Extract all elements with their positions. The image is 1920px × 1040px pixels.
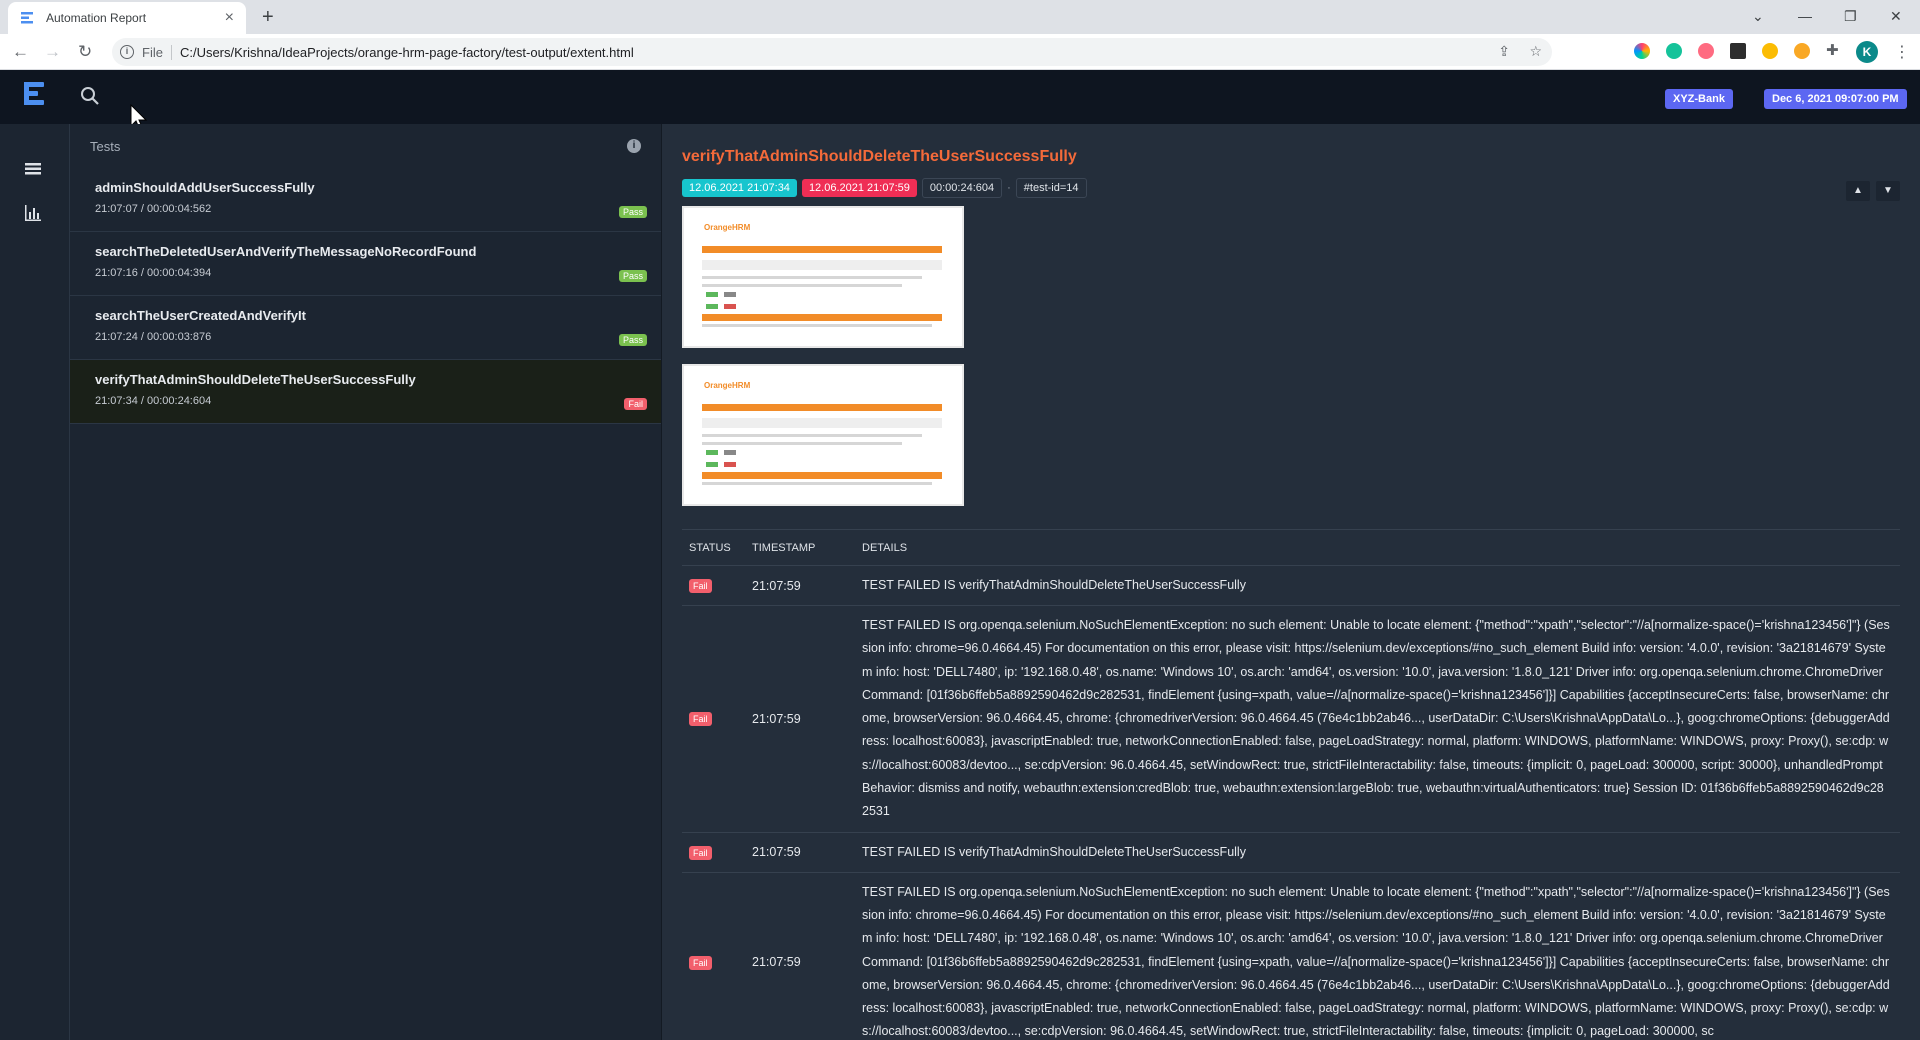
tab-search-icon[interactable]: ⌄ [1752,8,1764,25]
close-window-icon[interactable]: ✕ [1890,8,1902,25]
navigation-arrows: ▲ ▼ [1846,181,1900,201]
test-id-tag: #test-id=14 [1015,178,1087,198]
recorder-extension-icon[interactable] [1698,43,1714,59]
column-details: DETAILS [862,541,908,554]
column-status: STATUS [689,541,731,554]
log-row: Fail 21:07:59 TEST FAILED IS verifyThatA… [682,833,1900,873]
bookmark-star-icon[interactable]: ☆ [1529,43,1542,60]
test-list-header: Tests i [70,124,661,168]
restore-icon[interactable]: ❐ [1844,8,1857,25]
log-row: Fail 21:07:59 TEST FAILED IS org.openqa.… [682,873,1900,1040]
log-details: TEST FAILED IS org.openqa.selenium.NoSuc… [862,618,1890,819]
orangehrm-logo-image: OrangeHRM [704,223,751,232]
test-time-duration: 21:07:16 / 00:00:04:394 [95,267,212,279]
log-timestamp: 21:07:59 [752,578,801,593]
color-extension-icon[interactable] [1634,43,1650,59]
log-row: Fail 21:07:59 TEST FAILED IS org.openqa.… [682,606,1900,833]
test-time-duration: 21:07:07 / 00:00:04:562 [95,203,212,215]
tag-separator: · [1007,182,1011,194]
column-timestamp: TIMESTAMP [752,541,816,554]
address-bar[interactable]: i File C:/Users/Krishna/IdeaProjects/ora… [112,38,1552,66]
test-name: verifyThatAdminShouldDeleteTheUserSucces… [95,372,416,387]
log-timestamp: 21:07:59 [752,711,801,726]
test-detail-panel: verifyThatAdminShouldDeleteTheUserSucces… [662,124,1920,1040]
log-table-header: STATUS TIMESTAMP DETAILS [682,530,1900,566]
test-name: searchTheUserCreatedAndVerifyIt [95,308,306,323]
status-badge: Pass [618,206,647,218]
project-badge: XYZ-Bank [1665,89,1733,109]
test-detail-title: verifyThatAdminShouldDeleteTheUserSucces… [682,148,1077,165]
browser-menu-icon[interactable]: ⋮ [1894,42,1910,62]
log-details: TEST FAILED IS verifyThatAdminShouldDele… [862,844,1246,859]
tab-title: Automation Report [46,11,147,25]
test-list-panel: Tests i adminShouldAddUserSuccessFully 2… [70,124,662,1040]
site-info-icon[interactable]: i [120,45,134,59]
address-scheme: File [142,44,172,60]
test-item[interactable]: adminShouldAddUserSuccessFully 21:07:07 … [70,168,661,232]
screenshot-thumbnail[interactable]: OrangeHRM [682,364,964,506]
test-item-selected[interactable]: verifyThatAdminShouldDeleteTheUserSucces… [70,360,661,424]
chevron-up-icon[interactable]: ▲ [1846,181,1870,201]
new-tab-icon[interactable]: + [262,6,274,29]
test-list-title: Tests [90,138,121,154]
test-name: adminShouldAddUserSuccessFully [95,180,315,195]
extension-icon[interactable] [1762,43,1778,59]
list-icon[interactable] [24,160,42,178]
browser-toolbar: ← → ↻ i File C:/Users/Krishna/IdeaProjec… [0,34,1920,70]
log-table: STATUS TIMESTAMP DETAILS Fail 21:07:59 T… [682,529,1900,1040]
browser-tab[interactable]: Automation Report × [8,2,246,34]
log-timestamp: 21:07:59 [752,955,801,970]
status-badge: Pass [618,334,647,346]
log-row: Fail 21:07:59 TEST FAILED IS verifyThatA… [682,566,1900,606]
start-time-tag: 12.06.2021 21:07:34 [682,179,797,197]
status-badge: Fail [624,398,647,410]
side-nav [0,124,70,1040]
fail-badge: Fail [689,955,712,970]
info-icon[interactable]: i [627,139,641,153]
search-icon[interactable] [80,86,100,106]
share-icon[interactable]: ⇪ [1498,43,1510,60]
duration-tag: 00:00:24:604 [921,178,1003,198]
logo-icon[interactable] [22,80,48,114]
fail-badge: Fail [689,845,712,860]
log-details: TEST FAILED IS verifyThatAdminShouldDele… [862,577,1246,592]
test-item[interactable]: searchTheDeletedUserAndVerifyTheMessageN… [70,232,661,296]
address-url[interactable]: C:/Users/Krishna/IdeaProjects/orange-hrm… [180,45,634,60]
browser-tabstrip: Automation Report × + ⌄ — ❐ ✕ [0,0,1920,34]
minimize-icon[interactable]: — [1798,8,1812,24]
screenshot-thumbnail[interactable]: OrangeHRM [682,206,964,348]
chevron-down-icon[interactable]: ▼ [1876,181,1900,201]
log-details: TEST FAILED IS org.openqa.selenium.NoSuc… [862,884,1890,1039]
test-name: searchTheDeletedUserAndVerifyTheMessageN… [95,244,477,259]
orangehrm-logo-image: OrangeHRM [704,381,751,390]
extent-favicon-icon [21,12,33,24]
test-time-duration: 21:07:24 / 00:00:03:876 [95,331,212,343]
test-detail-tags: 12.06.2021 21:07:34 12.06.2021 21:07:59 … [682,178,1087,198]
tab-close-icon[interactable]: × [225,9,234,27]
grammarly-icon[interactable] [1666,43,1682,59]
test-item[interactable]: searchTheUserCreatedAndVerifyIt 21:07:24… [70,296,661,360]
reload-icon[interactable]: ↻ [78,42,92,62]
forward-icon[interactable]: → [44,42,61,62]
puzzle-extensions-icon[interactable]: ✚ [1826,41,1842,59]
back-icon[interactable]: ← [12,42,29,62]
profile-avatar[interactable]: K [1856,41,1878,63]
end-time-tag: 12.06.2021 21:07:59 [801,179,917,197]
test-time-duration: 21:07:34 / 00:00:24:604 [95,395,212,407]
fail-badge: Fail [689,579,712,593]
report-date-badge: Dec 6, 2021 09:07:00 PM [1764,89,1907,109]
report-header: XYZ-Bank Dec 6, 2021 09:07:00 PM [0,70,1920,124]
log-timestamp: 21:07:59 [752,845,801,860]
status-badge: Pass [618,270,647,282]
fail-badge: Fail [689,712,712,727]
bar-chart-icon[interactable] [24,204,42,222]
selenium-ide-icon[interactable] [1730,43,1746,59]
extension-icon-2[interactable] [1794,43,1810,59]
